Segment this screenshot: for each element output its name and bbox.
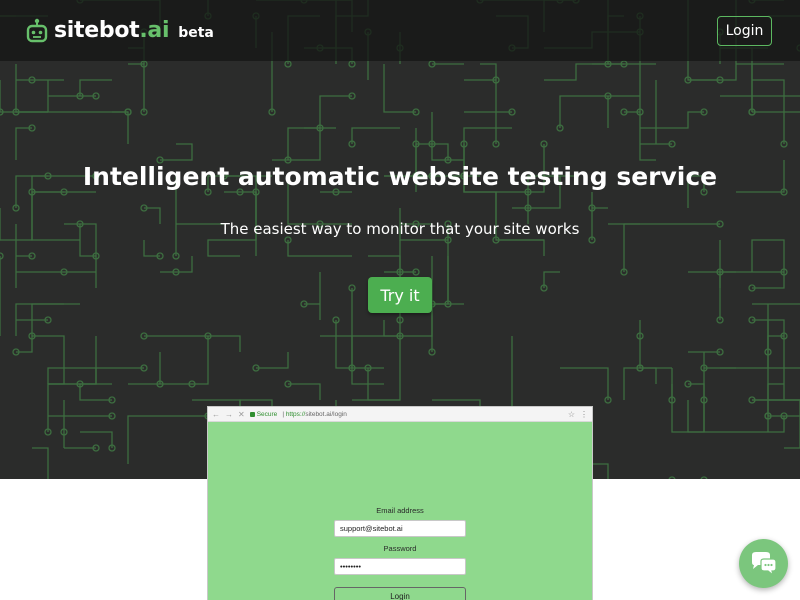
mockup-login-button: Login	[334, 587, 466, 600]
lock-icon	[249, 411, 255, 417]
mockup-password-field: ••••••••	[334, 558, 466, 575]
hero-title: Intelligent automatic website testing se…	[82, 162, 718, 191]
brand-name: sitebot.ai	[54, 18, 170, 43]
brand-logo[interactable]: sitebot.ai beta	[26, 18, 214, 44]
star-icon: ☆	[567, 409, 575, 419]
url-path: sitebot.ai/login	[305, 410, 347, 418]
close-icon: ✕	[238, 409, 245, 419]
mockup-url: | https://sitebot.ai/login	[282, 410, 347, 418]
brand-name-text: sitebot	[54, 18, 140, 43]
kebab-menu-icon: ⋮	[580, 409, 588, 419]
brand-tld: .ai	[139, 18, 170, 43]
navbar: sitebot.ai beta Login	[0, 0, 800, 61]
url-scheme: https://	[285, 410, 306, 418]
hero-subtitle: The easiest way to monitor that your sit…	[220, 220, 580, 238]
forward-arrow-icon: →	[225, 409, 233, 419]
back-arrow-icon: ←	[212, 409, 220, 419]
mockup-email-label: Email address	[376, 506, 424, 515]
browser-mockup: ← → ✕ Secure | https://sitebot.ai/login …	[208, 407, 592, 600]
beta-tag: beta	[178, 25, 214, 41]
chat-widget-button[interactable]	[739, 539, 788, 588]
secure-indicator: Secure	[249, 410, 278, 418]
chat-bubbles-icon	[751, 551, 777, 577]
mockup-password-label: Password	[383, 544, 417, 553]
mockup-browser-chrome: ← → ✕ Secure | https://sitebot.ai/login …	[208, 407, 592, 422]
try-it-button[interactable]: Try it	[368, 277, 432, 313]
login-button[interactable]: Login	[717, 15, 772, 46]
mockup-email-field: support@sitebot.ai	[334, 520, 466, 537]
robot-icon	[26, 18, 48, 42]
secure-label: Secure	[256, 410, 278, 418]
